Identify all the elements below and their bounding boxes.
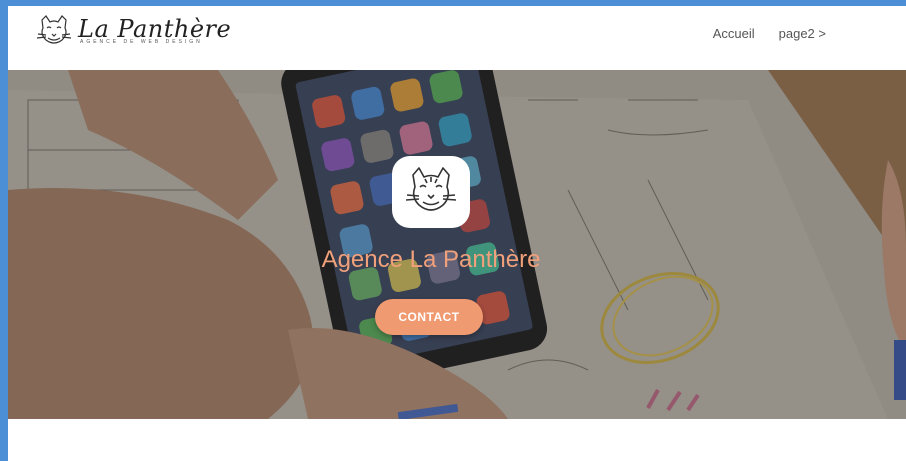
browser-viewport: La Panthère Agence de web design Accueil… bbox=[8, 6, 906, 461]
site-header: La Panthère Agence de web design Accueil… bbox=[8, 6, 906, 70]
nav-link-accueil[interactable]: Accueil bbox=[713, 26, 755, 41]
site-logo[interactable]: La Panthère Agence de web design bbox=[34, 14, 231, 54]
nav-link-page2[interactable]: page2 > bbox=[779, 26, 826, 41]
hero-title: Agence La Panthère bbox=[321, 246, 541, 273]
hero-banner: Agence La Panthère CONTACT bbox=[8, 70, 906, 419]
hero-logo-badge bbox=[392, 156, 470, 228]
hero-overlay bbox=[8, 70, 906, 419]
panther-icon bbox=[405, 167, 457, 211]
panther-logo-icon bbox=[36, 15, 72, 44]
main-nav: Accueil page2 > bbox=[713, 26, 826, 41]
contact-button[interactable]: CONTACT bbox=[375, 299, 483, 335]
logo-subtitle: Agence de web design bbox=[80, 39, 203, 45]
